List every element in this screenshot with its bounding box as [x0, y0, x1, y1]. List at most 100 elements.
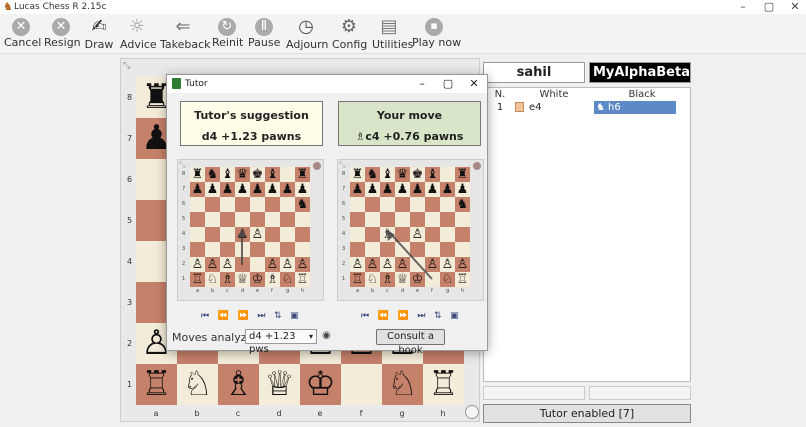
- file-label: h: [440, 409, 446, 418]
- title-bar: ♞ Lucas Chess R 2.15c – ▢ ✕: [0, 0, 806, 14]
- your-move-board-squares: ♜♞♝♛♚♝♜♟♟♟♟♟♟♟♟♞♗♙♙♙♙♙♙♙♙♖♘♗♕♔♘♖87654321…: [342, 167, 470, 294]
- minimize-icon[interactable]: –: [730, 0, 756, 14]
- file-label: g: [399, 409, 405, 418]
- file-label: a: [196, 288, 200, 294]
- file-label: c: [235, 409, 241, 418]
- move-black-selected[interactable]: ♞ h6: [594, 101, 676, 114]
- pawn-icon: [515, 102, 524, 112]
- resign-button[interactable]: ✕ Resign: [44, 16, 81, 54]
- tutor-suggestion-box[interactable]: Tutor's suggestion d4 +1.23 pawns: [180, 101, 323, 146]
- tutor-maximize-icon[interactable]: ▢: [438, 77, 458, 91]
- file-label: h: [461, 288, 465, 294]
- flip-board-icon[interactable]: ⇅: [434, 311, 442, 321]
- tutor-close-icon[interactable]: ✕: [464, 77, 484, 91]
- board-resize-icon[interactable]: ⤡: [179, 160, 185, 170]
- file-label: f: [359, 409, 363, 418]
- tutor-enabled-button[interactable]: Tutor enabled [7]: [483, 404, 691, 423]
- resign-icon: ✕: [52, 18, 70, 36]
- tutor-dialog: Tutor – ▢ ✕ Tutor's suggestion d4 +1.23 …: [166, 74, 488, 356]
- reinit-button[interactable]: ↻ Reinit: [212, 16, 243, 54]
- rank-label: 6: [182, 201, 186, 207]
- your-move-board-nav: ⏮ ⏪ ⏩ ⏭ ⇅ ▣: [361, 311, 459, 321]
- board-status-icon[interactable]: [465, 405, 479, 419]
- file-label: e: [256, 288, 260, 294]
- config-button[interactable]: ⚙ Config: [332, 16, 367, 54]
- move-white[interactable]: e4: [529, 101, 589, 114]
- status-field-1: [483, 386, 585, 400]
- file-label: d: [401, 288, 405, 294]
- rank-label: 4: [127, 257, 133, 266]
- move-arrow: [386, 229, 433, 280]
- rank-label: 5: [342, 216, 346, 222]
- suggestion-board[interactable]: ⤡♜♞♝♛♚♝♜♟♟♟♟♟♟♟♟♞♙♙♙♙♙♙♙♙♖♘♗♕♔♗♘♖8765432…: [177, 159, 324, 301]
- file-label: d: [241, 288, 245, 294]
- flip-board-icon[interactable]: ⇅: [274, 311, 282, 321]
- col-header-black: Black: [628, 89, 656, 100]
- first-move-icon[interactable]: ⏮: [201, 311, 209, 321]
- file-label: e: [317, 409, 323, 418]
- advice-button[interactable]: ☼ Advice: [120, 16, 157, 54]
- file-label: e: [416, 288, 420, 294]
- previous-move-icon[interactable]: ⏪: [378, 311, 389, 321]
- utilities-icon: ▤: [380, 16, 398, 37]
- board-resize-icon[interactable]: ⤡: [123, 61, 130, 71]
- white-king-icon: ♔: [305, 364, 336, 404]
- status-field-2: [589, 386, 691, 400]
- rank-label: 4: [182, 231, 186, 237]
- suggestion-eval: d4 +1.23 pawns: [201, 130, 302, 143]
- takeback-button[interactable]: ⇐ Takeback: [160, 16, 211, 54]
- rank-label: 1: [182, 276, 186, 282]
- next-move-icon[interactable]: ⏩: [398, 311, 409, 321]
- close-icon[interactable]: ✕: [782, 0, 806, 14]
- tutor-app-icon: [172, 78, 181, 89]
- rank-label: 3: [342, 246, 346, 252]
- pause-button[interactable]: Ⅱ Pause: [248, 16, 280, 54]
- file-label: g: [446, 288, 450, 294]
- adjourn-button[interactable]: ◷ Adjourn: [286, 16, 328, 54]
- rank-label: 4: [342, 231, 346, 237]
- col-header-white: White: [539, 89, 569, 100]
- rank-label: 2: [127, 339, 133, 348]
- last-move-icon[interactable]: ⏭: [417, 311, 425, 321]
- rank-label: 7: [182, 186, 186, 192]
- rank-label: 6: [342, 201, 346, 207]
- first-move-icon[interactable]: ⏮: [361, 311, 369, 321]
- move-number: 1: [496, 102, 504, 113]
- your-move-board[interactable]: ⤡♜♞♝♛♚♝♜♟♟♟♟♟♟♟♟♞♗♙♙♙♙♙♙♙♙♖♘♗♕♔♘♖8765432…: [337, 159, 484, 301]
- file-label: b: [194, 409, 200, 418]
- board-resize-icon[interactable]: ⤡: [339, 160, 345, 170]
- suggestion-board-squares: ♜♞♝♛♚♝♜♟♟♟♟♟♟♟♟♞♙♙♙♙♙♙♙♙♖♘♗♕♔♗♘♖87654321…: [182, 167, 310, 294]
- rank-label: 3: [127, 298, 133, 307]
- takeback-icon: ⇐: [175, 16, 191, 37]
- rank-label: 8: [182, 171, 186, 177]
- rank-label: 2: [342, 261, 346, 267]
- export-board-icon[interactable]: ▣: [290, 311, 299, 321]
- next-move-icon[interactable]: ⏩: [238, 311, 249, 321]
- utilities-button[interactable]: ▤ Utilities: [372, 16, 413, 54]
- file-label: c: [386, 288, 389, 294]
- rank-label: 5: [182, 216, 186, 222]
- draw-button[interactable]: ✍ Draw: [84, 16, 114, 54]
- last-move-icon[interactable]: ⏭: [257, 311, 265, 321]
- tutor-minimize-icon[interactable]: –: [412, 77, 432, 91]
- moves-analyzed-select[interactable]: d4 +1.23 pws ▾: [245, 329, 317, 355]
- black-player-name: MyAlphaBetaCh: [589, 62, 691, 83]
- export-board-icon[interactable]: ▣: [450, 311, 459, 321]
- tutor-title: Tutor: [185, 79, 208, 89]
- your-move-box[interactable]: Your move ♗c4 +0.76 pawns: [338, 101, 481, 146]
- eye-icon[interactable]: ◉: [322, 330, 331, 341]
- white-rook-icon: ♖: [428, 364, 459, 404]
- your-move-title: Your move: [376, 109, 443, 122]
- move-list[interactable]: N. White Black 1 e4 ♞ h6: [483, 87, 691, 382]
- rank-label: 1: [127, 380, 133, 389]
- play-now-button[interactable]: ⏹ Play now: [412, 16, 461, 54]
- move-black-text: h6: [608, 102, 621, 113]
- maximize-icon[interactable]: ▢: [756, 0, 782, 14]
- move-arrow: [237, 229, 247, 265]
- consult-book-button[interactable]: Consult a book: [376, 329, 445, 356]
- cancel-button[interactable]: ✕ Cancel: [4, 16, 41, 54]
- suggestion-board-nav: ⏮ ⏪ ⏩ ⏭ ⇅ ▣: [201, 311, 299, 321]
- previous-move-icon[interactable]: ⏪: [218, 311, 229, 321]
- board-square[interactable]: [341, 364, 382, 405]
- app-icon: ♞: [3, 0, 13, 13]
